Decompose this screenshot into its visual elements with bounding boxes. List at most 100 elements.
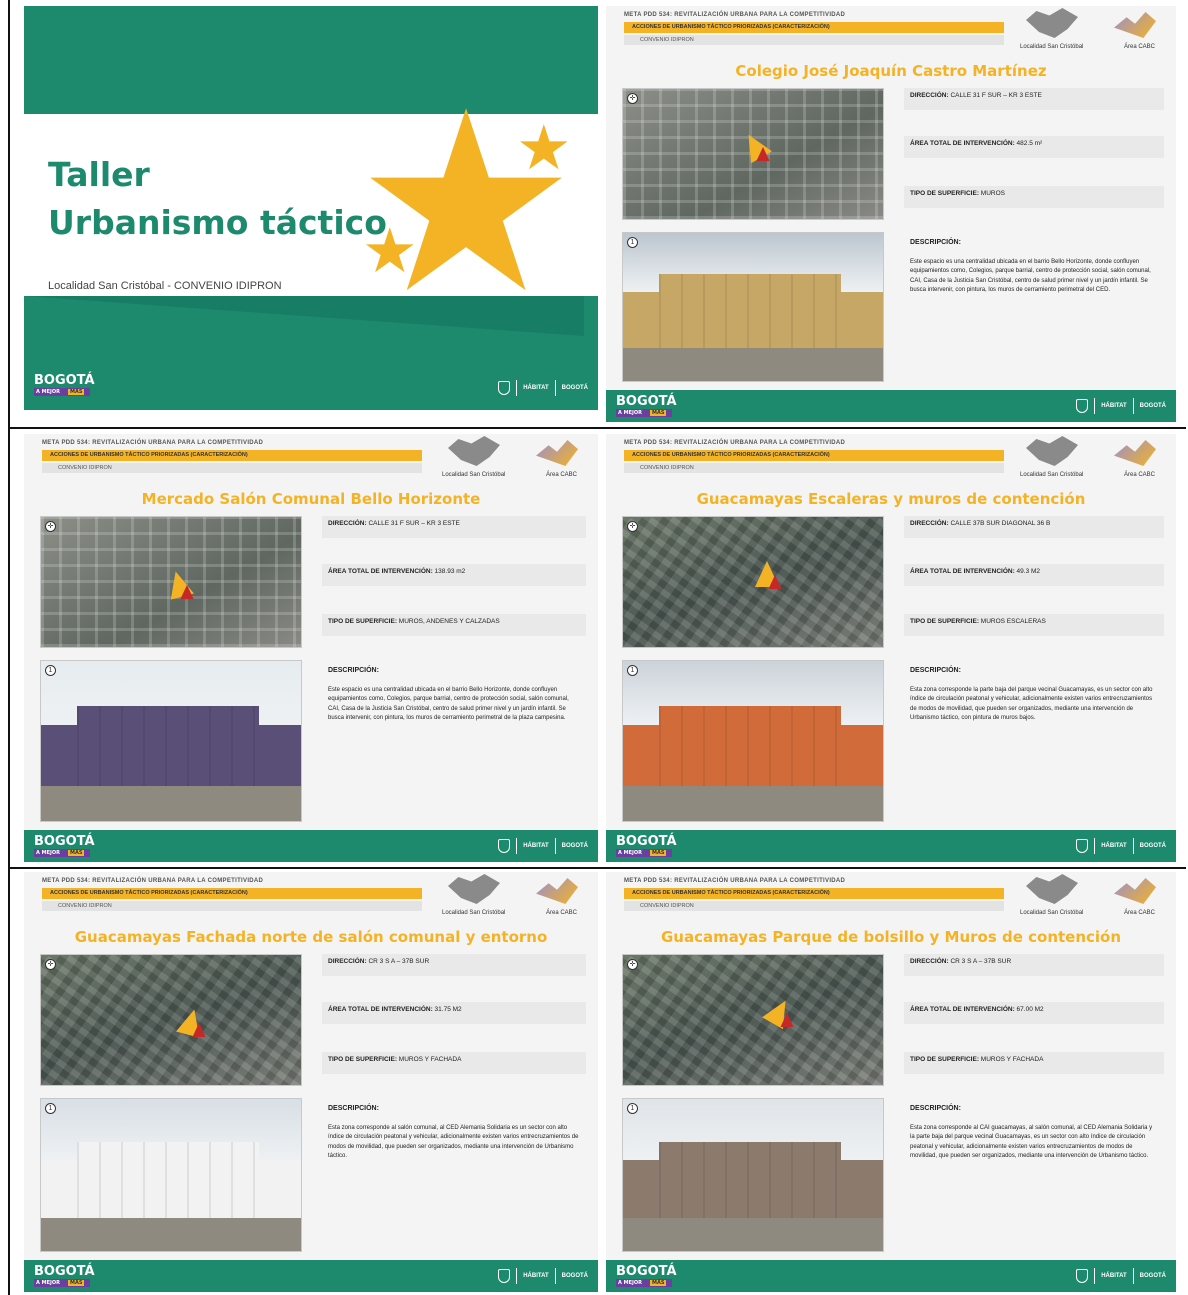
area-map-icon [1114, 12, 1156, 38]
site-photo: 1 [622, 1098, 884, 1252]
slide-title: Mercado Salón Comunal Bello Horizonte [141, 490, 481, 508]
localidad-label: Localidad San Cristóbal [1020, 472, 1084, 478]
photo-ground [41, 785, 301, 821]
descripcion-text: Este espacio es una centralidad ubicada … [910, 258, 1151, 294]
bogota-mark-logo: BOGOTÁ [1139, 1273, 1166, 1279]
slide-footer: BOGOTÁ A MEJOR MÁS HÁBITAT BOGOTÁ [24, 830, 598, 862]
area-row: ÁREA TOTAL DE INTERVENCIÓN: 49.3 M2 [904, 564, 1164, 586]
intervention-marker-icon [768, 574, 782, 590]
compass-icon: ✛ [45, 959, 56, 970]
photo-number-badge: 1 [45, 1103, 56, 1114]
localidad-map-icon [1026, 436, 1078, 466]
photo-number-badge: 1 [627, 1103, 638, 1114]
site-photo: 1 [622, 660, 884, 822]
cover-footer: BOGOTÁ A MEJOR MÁS HÁBITAT BOGOTÁ [24, 368, 598, 410]
convenio-label: CONVENIO IDIPRON [624, 463, 1004, 473]
bogota-tag-a: A MEJOR [618, 850, 642, 856]
cover-title-line-1: Taller [48, 155, 150, 194]
logo-separator [1094, 1268, 1096, 1284]
bogota-tag-a: A MEJOR [36, 850, 60, 856]
content-slide: META PDD 534: REVITALIZACIÓN URBANA PARA… [606, 434, 1176, 862]
area-row: ÁREA TOTAL DE INTERVENCIÓN: 67.00 M2 [904, 1002, 1164, 1024]
section-label: ACCIONES DE URBANISMO TÁCTICO PRIORIZADA… [624, 22, 1004, 33]
compass-icon: ✛ [627, 93, 638, 104]
bogota-logo-tag: A MEJOR MÁS [34, 849, 90, 857]
convenio-label: CONVENIO IDIPRON [624, 901, 1004, 911]
convenio-label: CONVENIO IDIPRON [42, 901, 422, 911]
site-photo: 1 [40, 1098, 302, 1252]
bogota-logo: BOGOTÁ A MEJOR MÁS [616, 395, 677, 417]
photo-building [659, 1141, 842, 1221]
tipo-label: TIPO DE SUPERFICIE: [328, 1056, 397, 1063]
area-label: Área CABC [1124, 44, 1156, 50]
meta-label: META PDD 534: REVITALIZACIÓN URBANA PARA… [624, 12, 846, 18]
logo-separator [516, 838, 518, 854]
coat-of-arms-icon [498, 381, 511, 395]
area-total-label: ÁREA TOTAL DE INTERVENCIÓN: [328, 568, 433, 575]
convenio-label: CONVENIO IDIPRON [42, 463, 422, 473]
area-value: 482.5 m² [1016, 140, 1043, 147]
logo-separator [516, 1268, 518, 1284]
meta-label: META PDD 534: REVITALIZACIÓN URBANA PARA… [42, 440, 264, 446]
direccion-label: DIRECCIÓN: [328, 520, 367, 527]
direccion-value: CR 3 S A – 37B SUR [950, 958, 1012, 965]
bogota-logo: BOGOTÁ A MEJOR MÁS [34, 1265, 95, 1287]
area-total-label: ÁREA TOTAL DE INTERVENCIÓN: [910, 1006, 1015, 1013]
table-border-left [8, 0, 10, 1295]
logo-separator [1132, 398, 1134, 414]
photo-ground [623, 785, 883, 821]
intervention-marker-icon [756, 146, 770, 162]
bogota-mark-logo: BOGOTÁ [561, 843, 588, 849]
aerial-map-image: ✛ [622, 516, 884, 648]
tipo-value: MUROS Y FACHADA [980, 1056, 1044, 1063]
partner-logos: HÁBITAT BOGOTÁ [498, 380, 588, 396]
area-value: 138.93 m2 [434, 568, 466, 575]
area-map-icon [536, 878, 578, 904]
partner-logos: HÁBITAT BOGOTÁ [498, 838, 588, 854]
direccion-value: CALLE 37B SUR DIAGONAL 36 B [950, 520, 1051, 527]
compass-icon: ✛ [627, 521, 638, 532]
photo-building [659, 274, 842, 352]
localidad-map-icon [448, 436, 500, 466]
cover-slide: Taller Urbanismo táctico Localidad San C… [24, 6, 598, 410]
tipo-label: TIPO DE SUPERFICIE: [910, 618, 979, 625]
meta-label: META PDD 534: REVITALIZACIÓN URBANA PARA… [624, 440, 846, 446]
photo-ground [623, 1217, 883, 1251]
aerial-map-image: ✛ [40, 954, 302, 1086]
tipo-value: MUROS [980, 190, 1005, 197]
row-divider-1 [8, 427, 1186, 429]
logo-separator [554, 838, 556, 854]
area-label: Área CABC [546, 910, 578, 916]
descripcion-block: DESCRIPCIÓN: Esta zona corresponde al sa… [328, 1104, 580, 1162]
logo-separator [1094, 398, 1096, 414]
row-divider-2 [8, 867, 1186, 869]
bogota-tag-b: MÁS [67, 1280, 85, 1286]
direccion-value: CALLE 31 F SUR – KR 3 ESTE [368, 520, 460, 527]
content-slide: META PDD 534: REVITALIZACIÓN URBANA PARA… [606, 872, 1176, 1292]
photo-number-badge: 1 [45, 665, 56, 676]
tipo-row: TIPO DE SUPERFICIE: MUROS ESCALERAS [904, 614, 1164, 636]
bogota-logo-text: BOGOTÁ [34, 373, 95, 388]
bogota-tag-b: MÁS [649, 1280, 667, 1286]
direccion-row: DIRECCIÓN: CR 3 S A – 37B SUR [322, 954, 586, 976]
photo-building [77, 1141, 260, 1221]
coat-of-arms-icon [1076, 1269, 1089, 1283]
bogota-mark-logo: BOGOTÁ [1139, 403, 1166, 409]
slides-grid: Taller Urbanismo táctico Localidad San C… [0, 0, 1188, 1295]
content-slide: META PDD 534: REVITALIZACIÓN URBANA PARA… [24, 872, 598, 1292]
aerial-map-image: ✛ [622, 88, 884, 220]
tipo-row: TIPO DE SUPERFICIE: MUROS Y FACHADA [322, 1052, 586, 1074]
photo-ground [623, 348, 883, 381]
bogota-mark-logo: BOGOTÁ [561, 1273, 588, 1279]
logo-separator [1132, 1268, 1134, 1284]
bogota-logo-tag: A MEJOR MÁS [34, 1279, 90, 1287]
direccion-label: DIRECCIÓN: [910, 92, 949, 99]
slide-footer: BOGOTÁ A MEJOR MÁS HÁBITAT BOGOTÁ [606, 390, 1176, 422]
tipo-label: TIPO DE SUPERFICIE: [328, 618, 397, 625]
descripcion-text: Este espacio es una centralidad ubicada … [328, 686, 569, 722]
content-slide: META PDD 534: REVITALIZACIÓN URBANA PARA… [24, 434, 598, 862]
coat-of-arms-icon [1076, 399, 1089, 413]
logo-separator [554, 380, 556, 396]
bogota-logo-tag: A MEJOR MÁS [616, 849, 672, 857]
bogota-logo-text: BOGOTÁ [34, 834, 95, 849]
